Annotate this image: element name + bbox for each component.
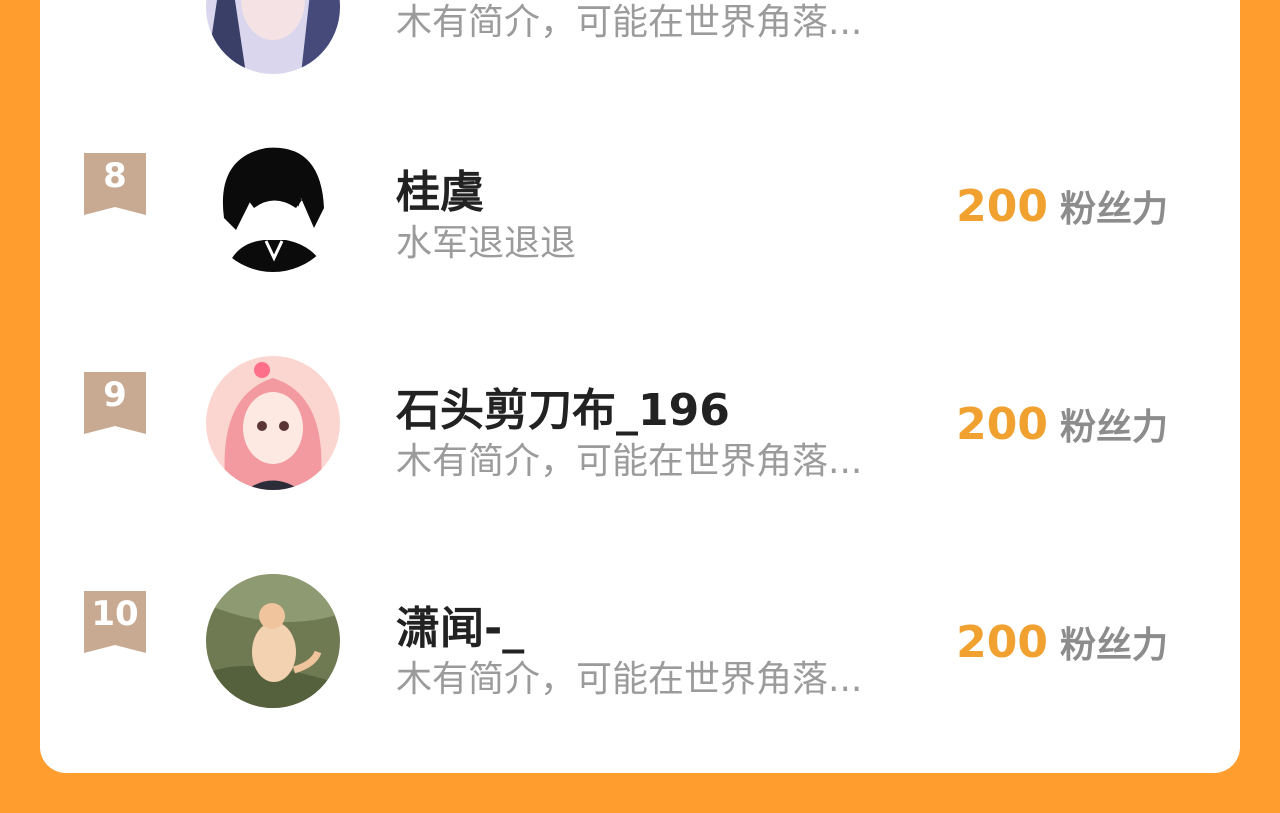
user-name[interactable]: 潇闻-_ (396, 592, 524, 656)
fan-power: 200 粉丝力 (956, 398, 1168, 450)
rank-badge: 9 (84, 372, 146, 434)
avatar[interactable] (206, 574, 340, 708)
list-item[interactable]: 9 石头剪刀布_196 木有简介，可能在世界角落... 200 粉丝力 (40, 356, 1240, 516)
user-bio: 木有简介，可能在世界角落... (396, 441, 863, 482)
fan-power-value: 200 (956, 399, 1048, 450)
user-name[interactable]: 桂虞 (396, 156, 484, 220)
fan-power: 200 粉丝力 (956, 616, 1168, 668)
rank-badge: 8 (84, 153, 146, 215)
user-name[interactable]: 石头剪刀布_196 (396, 374, 730, 438)
fan-power: 200 粉丝力 (956, 180, 1168, 232)
rank-number: 10 (91, 594, 139, 634)
rank-badge: 10 (84, 591, 146, 653)
avatar[interactable] (206, 0, 340, 74)
ranking-list-panel: 木有简介，可能在世界角落... 8 桂虞 水军退退退 200 粉丝力 9 石头剪… (40, 0, 1240, 773)
fan-power-unit: 粉丝力 (1059, 407, 1168, 448)
user-bio: 水军退退退 (396, 223, 577, 264)
fan-power-value: 200 (956, 181, 1048, 232)
fan-power-unit: 粉丝力 (1059, 625, 1168, 666)
fan-power-value: 200 (956, 617, 1048, 668)
fan-power-unit: 粉丝力 (1059, 189, 1168, 230)
user-bio: 木有简介，可能在世界角落... (396, 2, 863, 43)
avatar[interactable] (206, 138, 340, 272)
list-item[interactable]: 8 桂虞 水军退退退 200 粉丝力 (40, 138, 1240, 298)
list-item[interactable]: 10 潇闻-_ 木有简介，可能在世界角落... 200 粉丝力 (40, 574, 1240, 734)
rank-number: 8 (103, 156, 127, 196)
rank-number: 9 (103, 375, 127, 415)
avatar[interactable] (206, 356, 340, 490)
list-item[interactable]: 木有简介，可能在世界角落... (40, 0, 1240, 80)
user-bio: 木有简介，可能在世界角落... (396, 659, 863, 700)
